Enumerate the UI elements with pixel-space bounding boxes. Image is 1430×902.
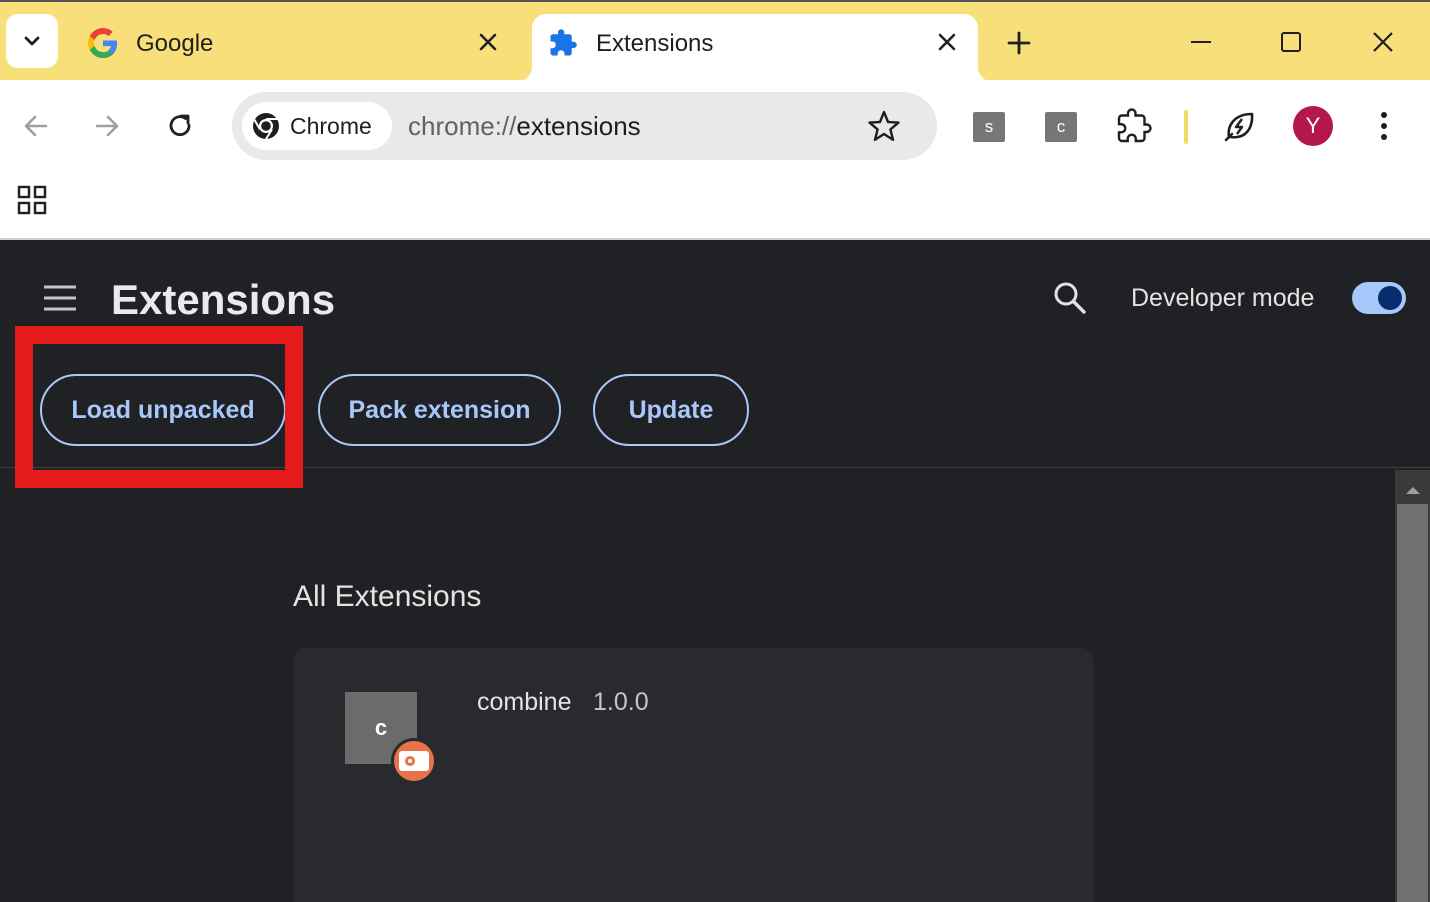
browser-toolbar: Chrome chrome://extensions s c Y: [0, 80, 1430, 172]
tab-close-button[interactable]: [931, 26, 963, 58]
toolbar-separator: [1184, 110, 1188, 144]
unpacked-source-icon: [391, 738, 437, 784]
arrow-left-icon: [24, 115, 48, 137]
extension-name: combine: [477, 688, 572, 716]
maximize-icon: [1281, 32, 1301, 52]
chrome-menu-button[interactable]: [1364, 106, 1404, 146]
developer-mode-label: Developer mode: [1131, 284, 1315, 312]
url-scheme: chrome://: [408, 111, 517, 141]
energy-leaf-icon: [1224, 112, 1254, 142]
minimize-icon: [1191, 41, 1211, 43]
scrollbar[interactable]: [1395, 470, 1430, 902]
close-icon: [479, 33, 497, 51]
extensions-header: Extensions Developer mode Load unpacked …: [0, 242, 1430, 488]
unpacked-source-glyph: [399, 751, 429, 771]
tab-close-button[interactable]: [472, 26, 504, 58]
maximize-button[interactable]: [1268, 20, 1314, 64]
extension-s-button[interactable]: s: [973, 112, 1005, 142]
tab-title: Extensions: [596, 30, 714, 57]
developer-mode-toggle[interactable]: [1352, 282, 1406, 314]
bookmarks-bar: [0, 172, 1430, 240]
plus-icon: [1007, 31, 1031, 55]
page-title: Extensions: [111, 276, 336, 323]
more-vert-icon: [1381, 112, 1387, 140]
extensions-menu-button[interactable]: [1114, 106, 1154, 146]
tab-strip: Google Extensions: [0, 0, 1430, 82]
tab-title: Google: [136, 30, 214, 57]
extension-c-button[interactable]: c: [1045, 112, 1077, 142]
toggle-knob: [1378, 286, 1402, 310]
arrow-right-icon: [95, 115, 119, 137]
extension-version: 1.0.0: [593, 688, 649, 716]
reload-icon: [169, 114, 191, 137]
scroll-thumb[interactable]: [1397, 504, 1428, 902]
search-icon[interactable]: [1050, 278, 1090, 318]
forward-button[interactable]: [85, 104, 129, 148]
pack-extension-button[interactable]: Pack extension: [318, 374, 561, 446]
tab-google[interactable]: Google: [70, 14, 525, 82]
puzzle-icon: [550, 29, 577, 56]
highlight-box: [15, 326, 303, 488]
close-icon: [938, 33, 956, 51]
tab-search-button[interactable]: [6, 14, 58, 68]
minimize-button[interactable]: [1178, 20, 1224, 64]
update-button[interactable]: Update: [593, 374, 749, 446]
puzzle-icon: [1117, 108, 1152, 143]
tab-extensions[interactable]: Extensions: [516, 14, 994, 82]
google-g-icon: [88, 28, 118, 58]
chip-label: Chrome: [290, 112, 372, 139]
chevron-down-icon: [24, 36, 40, 46]
scroll-up-button[interactable]: [1395, 478, 1430, 502]
url-text: chrome://extensions: [408, 111, 641, 142]
profile-avatar[interactable]: Y: [1293, 106, 1333, 146]
chrome-logo-icon: [253, 113, 279, 140]
site-info-chip[interactable]: Chrome: [242, 102, 392, 150]
apps-grid-icon[interactable]: [16, 184, 48, 216]
url-host: extensions: [516, 111, 641, 141]
extensions-page: Extensions Developer mode Load unpacked …: [0, 242, 1430, 902]
section-title: All Extensions: [293, 580, 482, 613]
bookmark-star-icon[interactable]: [866, 108, 902, 144]
reload-button[interactable]: [158, 104, 202, 148]
menu-icon[interactable]: [40, 282, 80, 314]
performance-button[interactable]: [1220, 106, 1260, 146]
new-tab-button[interactable]: [1000, 24, 1038, 62]
back-button[interactable]: [14, 104, 58, 148]
extension-card: c combine 1.0.0: [293, 648, 1094, 902]
close-icon: [1373, 32, 1393, 52]
caret-up-icon: [1405, 487, 1420, 494]
close-window-button[interactable]: [1360, 20, 1406, 64]
address-bar[interactable]: Chrome chrome://extensions: [232, 92, 937, 160]
